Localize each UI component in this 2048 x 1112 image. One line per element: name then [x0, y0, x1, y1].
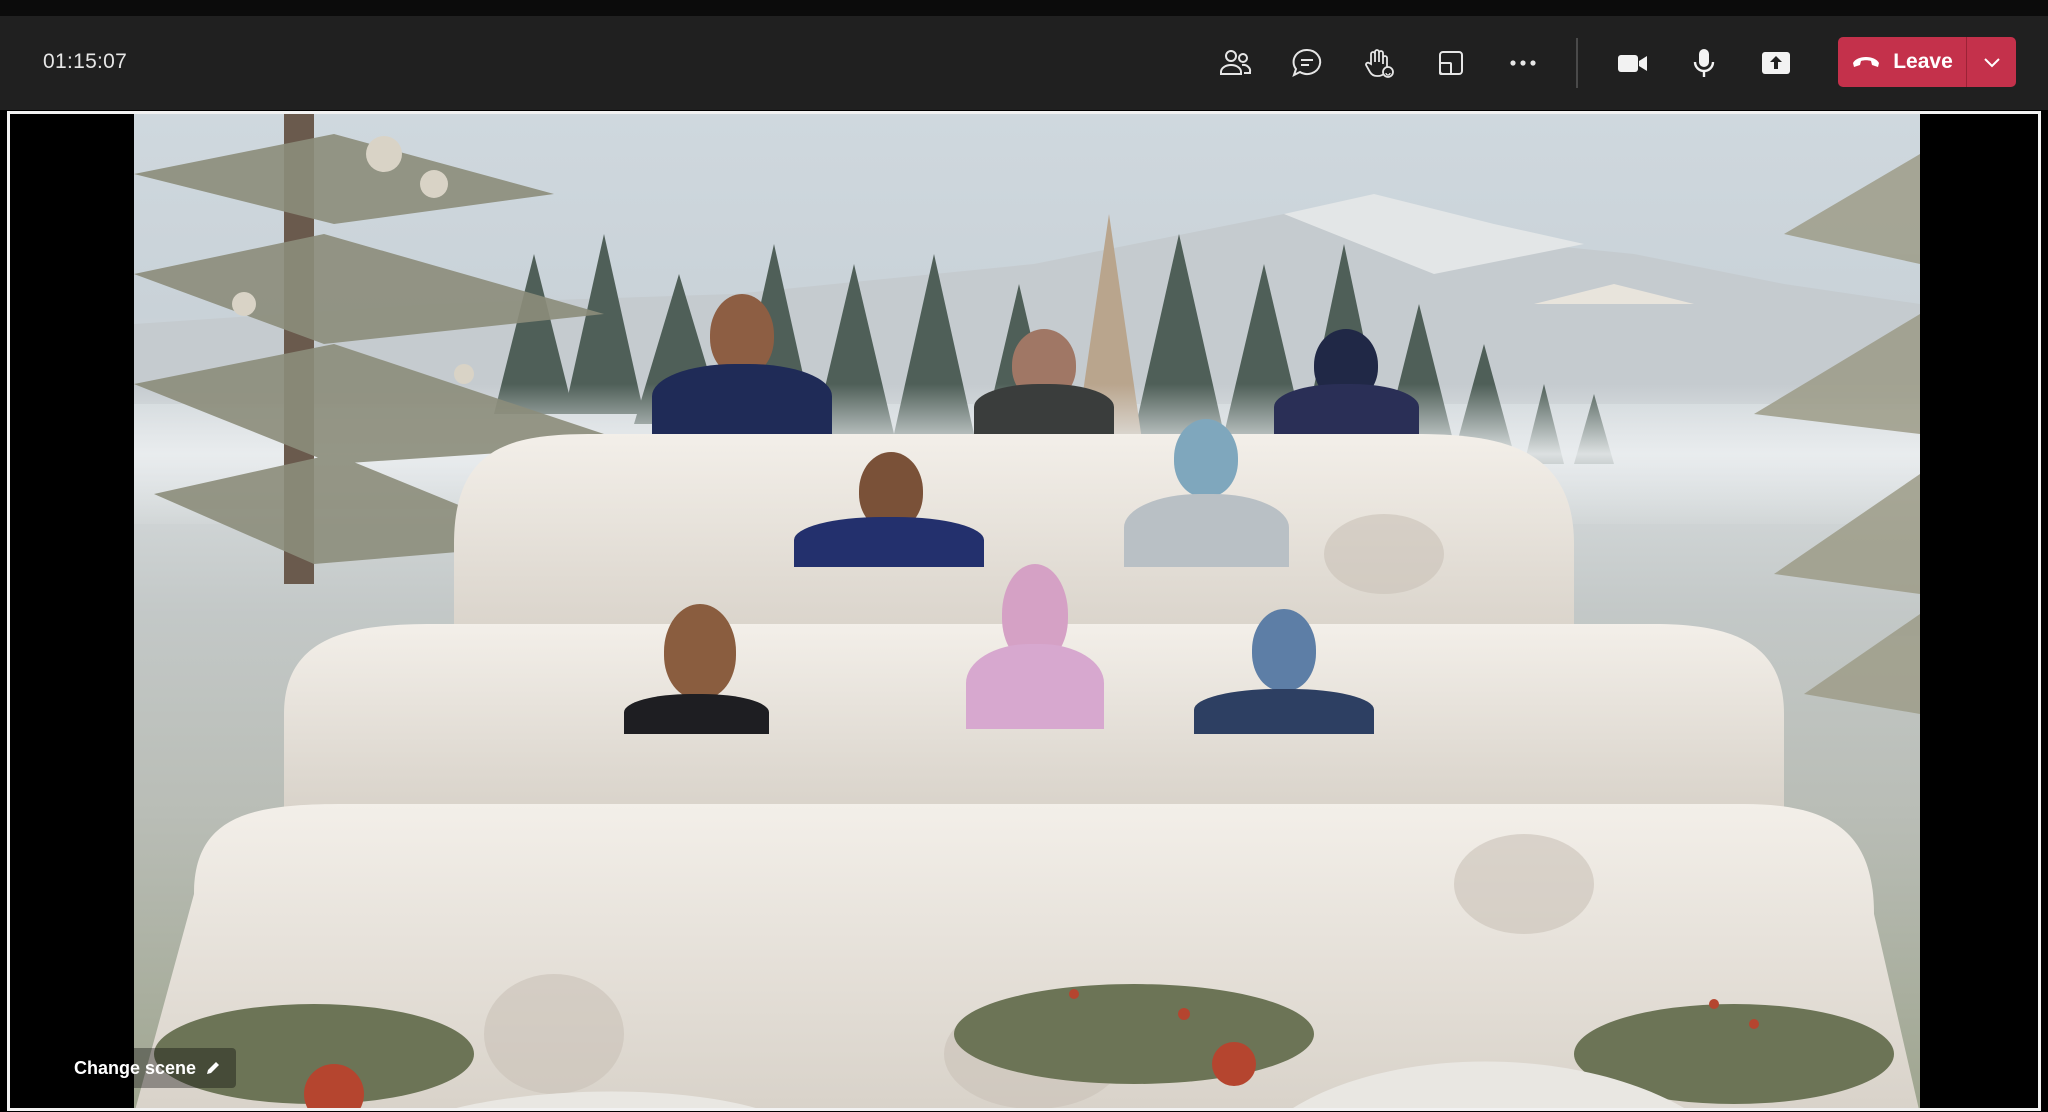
- chat-button[interactable]: [1279, 38, 1335, 88]
- window-top-strip: [0, 0, 2048, 16]
- participant-tile: [652, 294, 832, 434]
- participant-tile: [794, 452, 984, 567]
- meeting-toolbar: 01:15:07 Leave: [0, 16, 2048, 110]
- participant-tile: [1124, 419, 1289, 567]
- change-scene-label: Change scene: [74, 1057, 197, 1078]
- chat-icon: [1292, 48, 1322, 77]
- view-button[interactable]: [1423, 38, 1479, 88]
- participant-tile: [624, 604, 769, 734]
- chevron-down-icon: [1983, 58, 2000, 68]
- mic-icon: [1693, 49, 1715, 77]
- foreground-plants: [154, 984, 1894, 1108]
- camera-button[interactable]: [1604, 38, 1660, 88]
- raise-hand-button[interactable]: [1351, 38, 1407, 88]
- participant-tile: [1194, 609, 1374, 734]
- view-icon: [1439, 51, 1463, 75]
- hang-up-icon: [1853, 57, 1880, 67]
- share-icon: [1762, 52, 1790, 74]
- meeting-timer: 01:15:07: [43, 50, 128, 73]
- pencil-icon: [207, 1062, 220, 1074]
- raise-hand-icon: [1365, 49, 1394, 78]
- toolbar-divider: [1576, 38, 1578, 88]
- leave-dropdown-button[interactable]: [1967, 37, 2016, 87]
- participant-tile: [974, 329, 1114, 434]
- people-icon: [1220, 50, 1252, 75]
- meeting-stage: Change scene: [7, 111, 2041, 1111]
- leave-group: Leave: [1838, 37, 2016, 87]
- leave-button[interactable]: Leave: [1838, 37, 1966, 87]
- participant-tile: [1274, 329, 1419, 434]
- more-button[interactable]: [1495, 38, 1551, 88]
- mic-button[interactable]: [1676, 38, 1732, 88]
- participant-tile: [966, 564, 1104, 729]
- share-button[interactable]: [1748, 38, 1804, 88]
- leave-label: Leave: [1893, 50, 1953, 73]
- together-mode-scene: [134, 114, 1920, 1108]
- more-icon: [1510, 60, 1536, 66]
- people-button[interactable]: [1207, 38, 1263, 88]
- change-scene-button[interactable]: Change scene: [60, 1048, 237, 1088]
- camera-icon: [1618, 55, 1647, 72]
